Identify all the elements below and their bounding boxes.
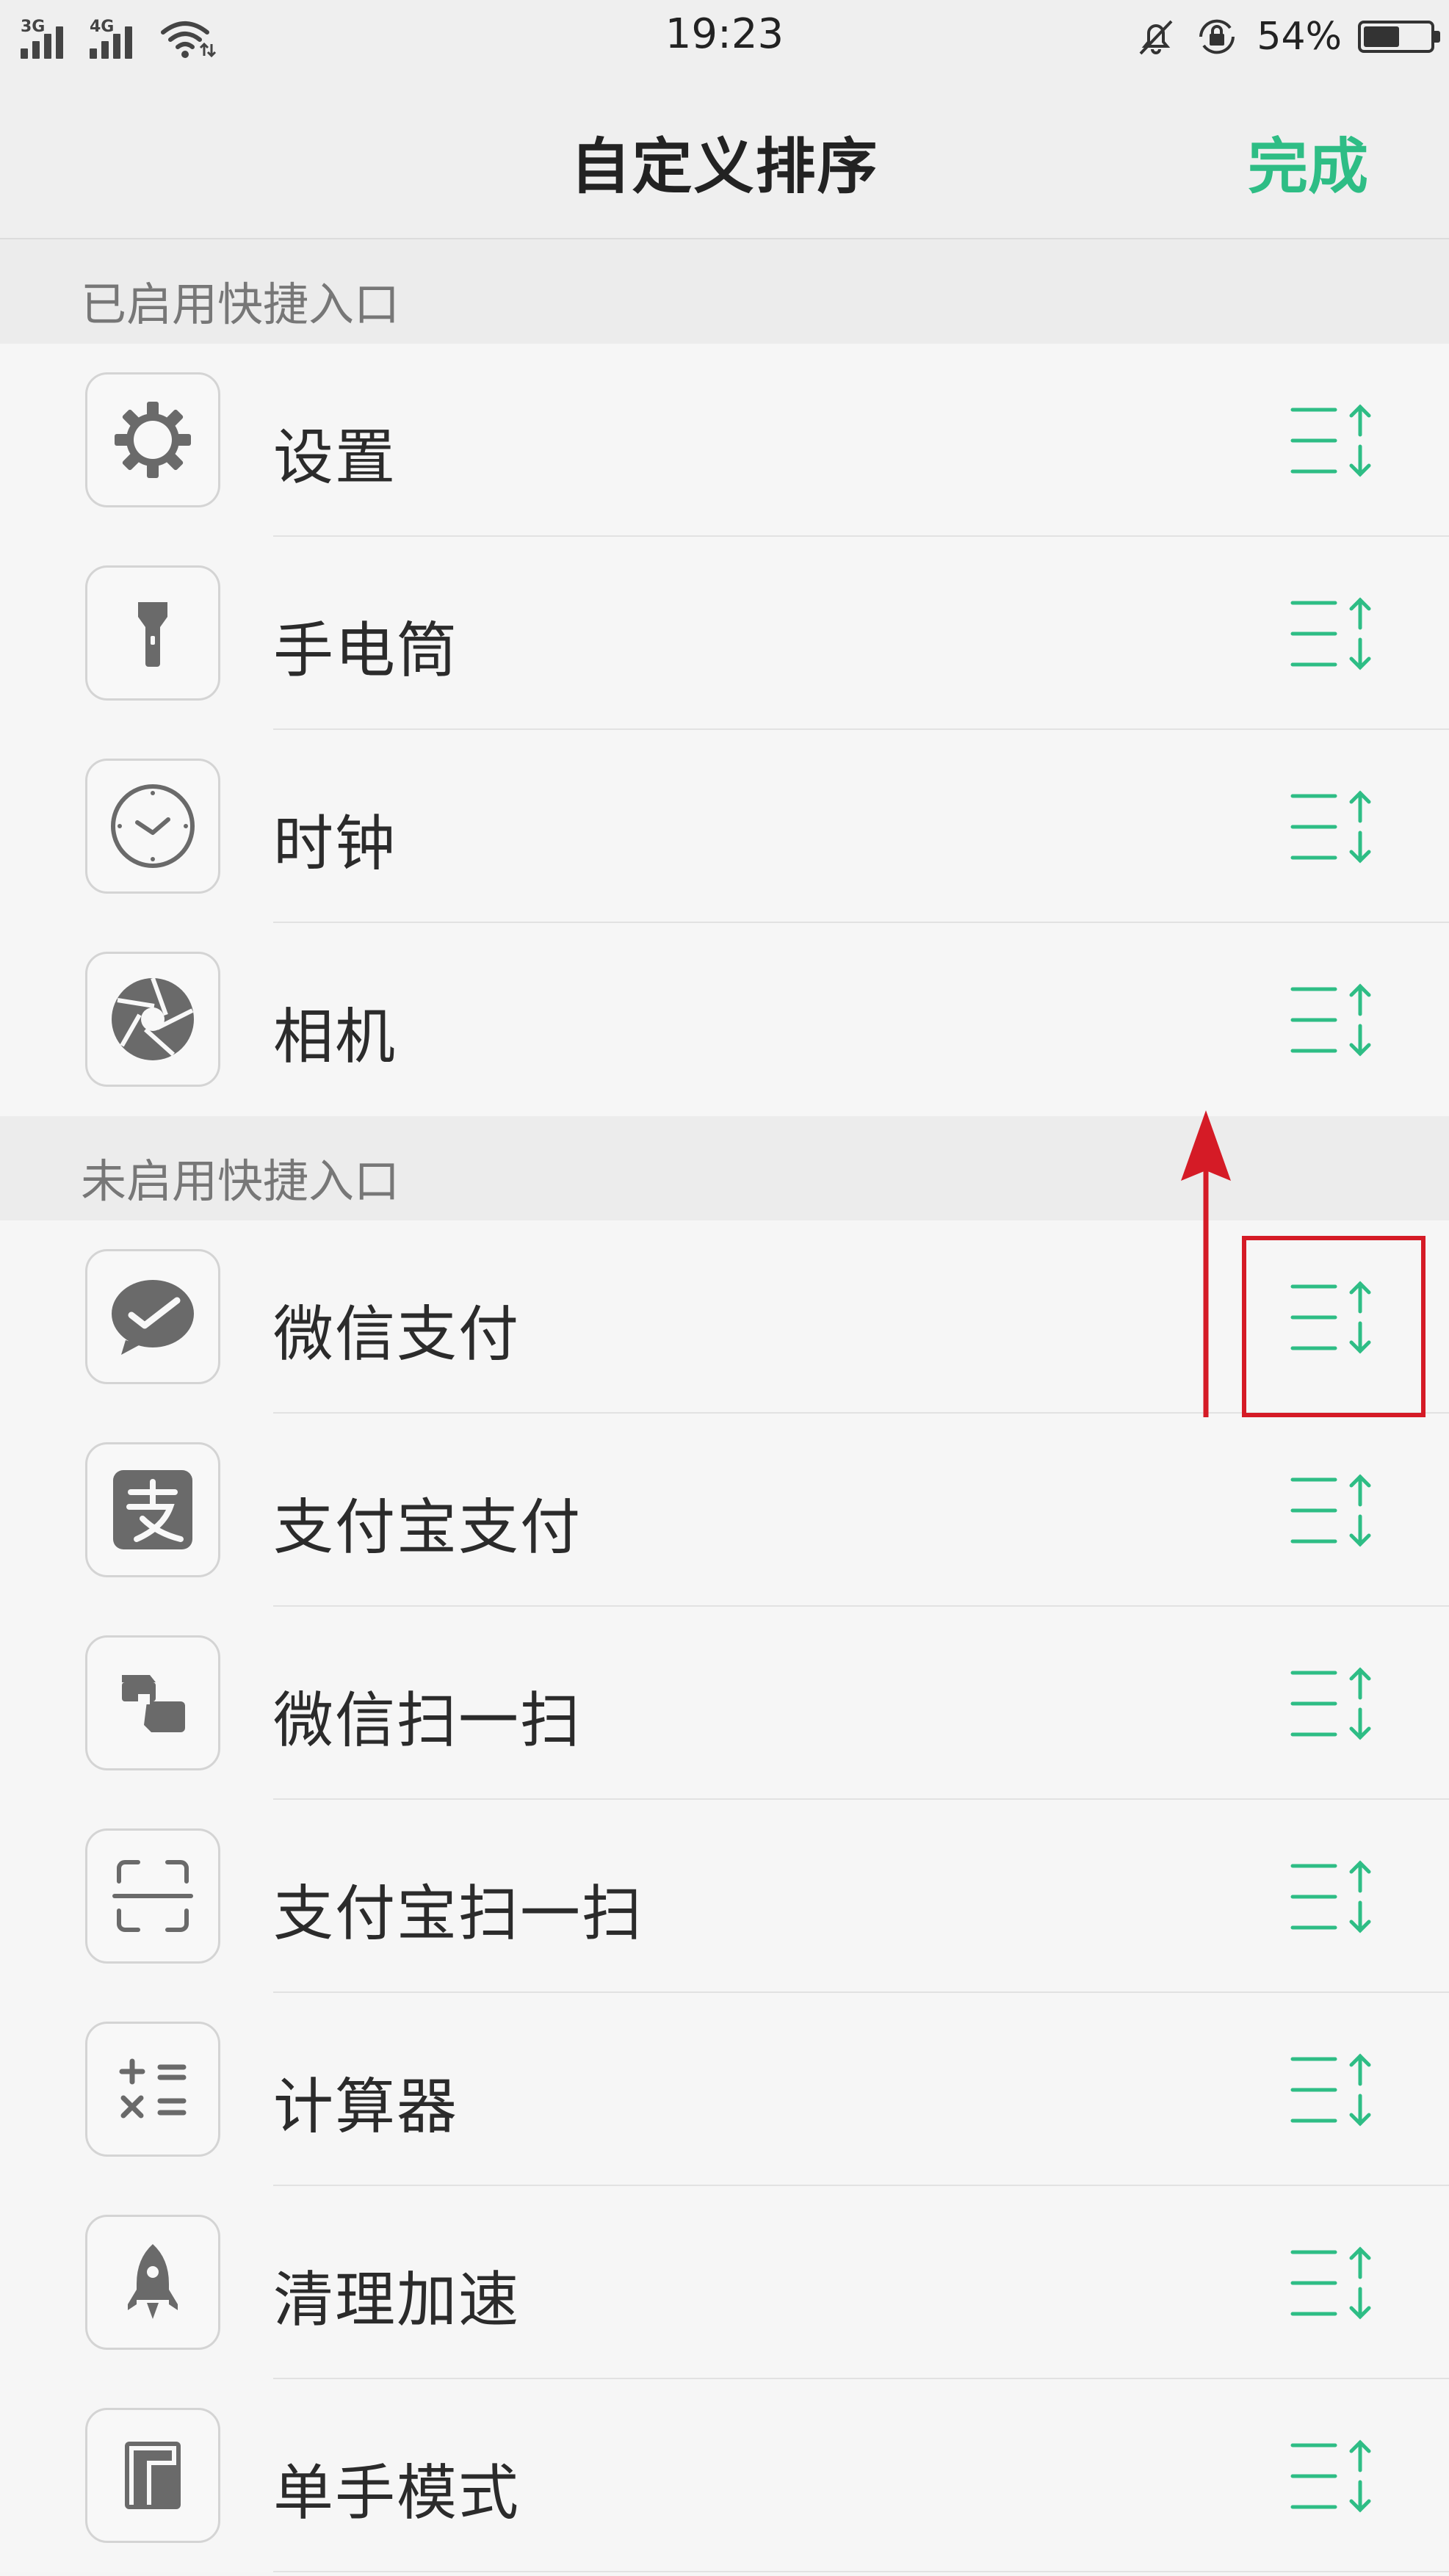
reorder-handle-icon[interactable] [1290,982,1378,1058]
mute-bell-icon [1139,20,1173,55]
gear-icon [85,372,220,507]
done-button[interactable]: 完成 [1248,117,1368,205]
list-item-one-hand-mode[interactable]: 单手模式 [0,2379,1449,2572]
item-label: 清理加速 [273,2265,521,2335]
list-item-wechat-scan[interactable]: 微信扫一扫 [0,1607,1449,1800]
item-label: 手电筒 [273,616,459,686]
one-hand-mode-icon [85,2408,220,2543]
section-title: 已启用快捷入口 [81,278,400,331]
battery-percent: 54% [1257,15,1342,59]
status-bar: 3G 4G 19:23 54% [0,0,1449,73]
top-bar: 自定义排序 完成 [0,73,1449,239]
reorder-handle-icon[interactable] [1290,789,1378,865]
section-title: 未启用快捷入口 [81,1154,400,1208]
item-label: 支付宝扫一扫 [273,1879,644,1949]
alipay-icon [85,1442,220,1577]
reorder-handle-icon[interactable] [1290,402,1378,479]
item-label: 单手模式 [273,2459,521,2528]
clock-icon [85,759,220,894]
reorder-handle-icon[interactable] [1290,2245,1378,2321]
item-label: 微信支付 [273,1300,521,1370]
item-label: 相机 [273,1002,397,1072]
item-label: 设置 [273,423,397,493]
list-item-flashlight[interactable]: 手电筒 [0,537,1449,730]
reorder-handle-icon[interactable] [1290,596,1378,672]
page-title: 自定义排序 [570,132,879,202]
rotation-lock-icon [1199,19,1235,54]
reorder-handle-icon[interactable] [1290,1472,1378,1549]
item-label: 支付宝支付 [273,1493,582,1563]
status-right: 54% [1135,13,1440,60]
list-item-camera[interactable]: 相机 [0,923,1449,1116]
list-item-alipay[interactable]: 支付宝支付 [0,1414,1449,1607]
reorder-handle-icon[interactable] [1290,1859,1378,1935]
rocket-icon [85,2215,220,2350]
reorder-handle-icon[interactable] [1290,1665,1378,1742]
battery-icon [1358,21,1440,53]
item-label: 计算器 [273,2072,459,2142]
list-item-cleanup[interactable]: 清理加速 [0,2186,1449,2379]
item-label: 微信扫一扫 [273,1686,582,1756]
section-header-enabled: 已启用快捷入口 [0,239,1449,344]
list-item-clock[interactable]: 时钟 [0,730,1449,923]
item-label: 时钟 [273,809,397,879]
list-item-settings[interactable]: 设置 [0,344,1449,537]
flashlight-icon [85,565,220,701]
reorder-handle-icon[interactable] [1290,2438,1378,2514]
wechat-scan-icon [85,1635,220,1770]
row-divider [273,2571,1449,2572]
calculator-icon [85,2022,220,2157]
camera-aperture-icon [85,952,220,1087]
reorder-handle-icon[interactable] [1290,2052,1378,2128]
highlight-box-annotation [1242,1236,1425,1417]
list-item-alipay-scan[interactable]: 支付宝扫一扫 [0,1800,1449,1993]
wechat-pay-icon [85,1249,220,1384]
list-item-calculator[interactable]: 计算器 [0,1993,1449,2186]
scan-frame-icon [85,1828,220,1964]
